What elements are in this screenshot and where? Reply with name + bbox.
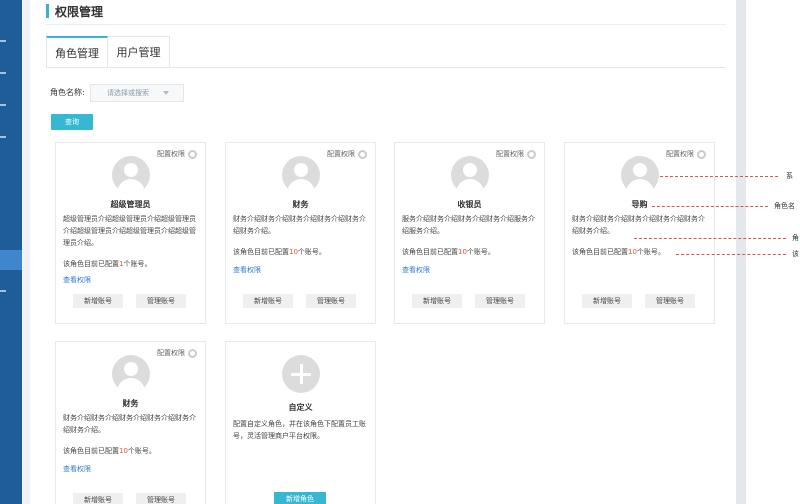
role-name-label: 角色名称: [50, 88, 85, 97]
callout-label: 系 [786, 172, 793, 180]
callout-label: 角 [792, 234, 799, 242]
config-permission-label: 配置权限 [666, 150, 694, 158]
avatar [112, 156, 150, 194]
tabs-divider [46, 67, 726, 68]
query-button[interactable]: 查询 [51, 114, 93, 130]
role-card: 配置权限 导购 财务介绍财务介绍财务介绍财务介绍财务介绍财务介绍。 该角色目前已… [564, 142, 715, 324]
account-count: 该角色目前已配置10个账号。 [63, 447, 156, 455]
avatar [621, 156, 659, 194]
role-card: 配置权限 财务 财务介绍财务介绍财务介绍财务介绍财务介绍财务介绍。 该角色目前已… [225, 142, 376, 324]
gear-icon[interactable] [527, 149, 536, 159]
sidebar-tick[interactable] [0, 104, 6, 106]
chevron-down-icon [163, 91, 169, 95]
add-account-button[interactable]: 新增账号 [73, 493, 123, 504]
view-permission-link[interactable]: 查看权限 [63, 275, 91, 285]
title-divider [46, 24, 726, 25]
page-header: 权限管理 [46, 2, 103, 20]
custom-role-name: 自定义 [288, 403, 313, 412]
account-count: 该角色目前已配置10个账号。 [233, 248, 326, 256]
callout-line [652, 206, 768, 207]
add-account-button[interactable]: 新增账号 [412, 294, 462, 308]
sidebar-tick[interactable] [0, 136, 6, 138]
manage-account-button[interactable]: 管理账号 [136, 294, 186, 308]
config-permission[interactable]: 配置权限 [157, 149, 197, 159]
sidebar-active-item[interactable] [0, 250, 22, 270]
view-permission-link[interactable]: 查看权限 [233, 265, 261, 275]
main-panel: 权限管理 角色管理 用户管理 角色名称: 请选择或搜索 查询 配置权限 超级管理… [30, 0, 736, 504]
config-permission-label: 配置权限 [157, 150, 185, 158]
callout-line [634, 238, 786, 239]
callout-line [660, 176, 778, 177]
account-count: 该角色目前已配置1个账号。 [63, 260, 152, 268]
add-account-button[interactable]: 新增账号 [73, 294, 123, 308]
gear-icon[interactable] [358, 149, 367, 159]
custom-role-description: 配置自定义角色，并在该角色下配置员工账号，灵活管理商户平台权限。 [233, 420, 366, 440]
avatar [282, 156, 320, 194]
role-card: 配置权限 超级管理员 超级管理员介绍超级管理员介绍超级管理员介绍超级管理员介绍超… [55, 142, 206, 324]
role-name: 导购 [631, 200, 648, 209]
gear-icon[interactable] [697, 149, 706, 159]
config-permission-label: 配置权限 [157, 349, 185, 357]
role-name: 超级管理员 [110, 200, 151, 209]
gear-icon[interactable] [188, 149, 197, 159]
config-permission[interactable]: 配置权限 [496, 149, 536, 159]
title-accent-bar [46, 4, 49, 18]
callout-line [676, 254, 786, 255]
right-gutter [736, 0, 800, 504]
tab-bar: 角色管理 用户管理 [46, 36, 170, 68]
role-name: 财务 [292, 200, 309, 209]
tab-user-management[interactable]: 用户管理 [108, 36, 170, 68]
page-title: 权限管理 [55, 4, 104, 19]
account-count: 该角色目前已配置10个账号。 [572, 248, 665, 256]
role-description: 财务介绍财务介绍财务介绍财务介绍财务介绍财务介绍。 [233, 215, 366, 235]
avatar [112, 355, 150, 393]
role-name: 财务 [122, 399, 139, 408]
manage-account-button[interactable]: 管理账号 [306, 294, 356, 308]
gear-icon[interactable] [188, 348, 197, 358]
callout-label: 该 [792, 250, 799, 258]
plus-icon[interactable] [282, 355, 320, 393]
view-permission-link[interactable]: 查看权限 [63, 464, 91, 474]
sidebar-tick[interactable] [0, 290, 6, 292]
manage-account-button[interactable]: 管理账号 [645, 294, 695, 308]
add-role-button[interactable]: 新增角色 [274, 492, 326, 504]
config-permission[interactable]: 配置权限 [157, 348, 197, 358]
callout-label: 角色名 [774, 202, 795, 210]
tab-role-management[interactable]: 角色管理 [46, 36, 108, 68]
sidebar-tick[interactable] [0, 72, 6, 74]
account-count: 该角色目前已配置10个账号。 [402, 248, 495, 256]
role-description: 财务介绍财务介绍财务介绍财务介绍财务介绍财务介绍。 [63, 414, 196, 434]
avatar [451, 156, 489, 194]
role-name-placeholder: 请选择或搜索 [107, 89, 149, 97]
add-account-button[interactable]: 新增账号 [243, 294, 293, 308]
manage-account-button[interactable]: 管理账号 [136, 493, 186, 504]
config-permission-label: 配置权限 [327, 150, 355, 158]
config-permission[interactable]: 配置权限 [666, 149, 706, 159]
custom-role-card: 自定义 配置自定义角色，并在该角色下配置员工账号，灵活管理商户平台权限。 新增角… [225, 341, 376, 504]
role-name: 收银员 [457, 200, 482, 209]
config-permission[interactable]: 配置权限 [327, 149, 367, 159]
sidebar-tick[interactable] [0, 40, 6, 42]
role-name-select[interactable]: 请选择或搜索 [90, 84, 184, 102]
app-sidebar [0, 0, 22, 504]
view-permission-link[interactable]: 查看权限 [402, 265, 430, 275]
role-description: 财务介绍财务介绍财务介绍财务介绍财务介绍财务介绍。 [572, 215, 705, 235]
role-description: 超级管理员介绍超级管理员介绍超级管理员介绍超级管理员介绍超级管理员介绍超级管理员… [63, 215, 196, 247]
config-permission-label: 配置权限 [496, 150, 524, 158]
add-account-button[interactable]: 新增账号 [582, 294, 632, 308]
role-card: 配置权限 收银员 服务介绍财务介绍财务介绍财务介绍服务介绍服务介绍。 该角色目前… [394, 142, 545, 324]
manage-account-button[interactable]: 管理账号 [475, 294, 525, 308]
role-description: 服务介绍财务介绍财务介绍财务介绍服务介绍服务介绍。 [402, 215, 535, 235]
role-card: 配置权限 财务 财务介绍财务介绍财务介绍财务介绍财务介绍财务介绍。 该角色目前已… [55, 341, 206, 504]
